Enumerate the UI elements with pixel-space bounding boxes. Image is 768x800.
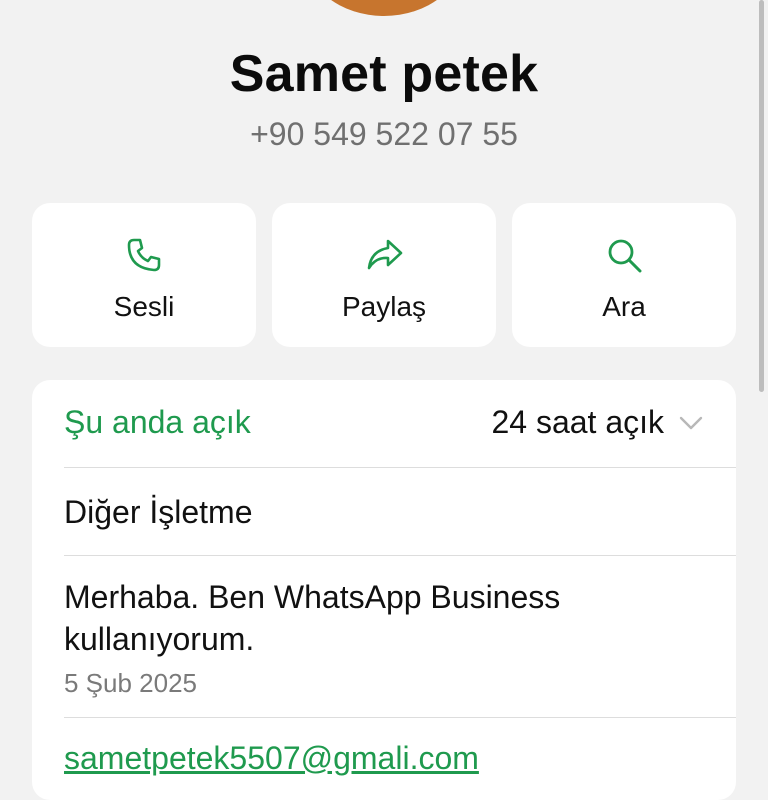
email-link[interactable]: sametpetek5507@gmali.com (64, 740, 736, 777)
search-icon (608, 239, 642, 273)
profile-name: Samet petek (229, 45, 539, 103)
business-hours[interactable]: 24 saat açık (491, 404, 664, 441)
chevron-down-icon[interactable] (678, 410, 704, 436)
business-category: Diğer İşletme (64, 494, 253, 530)
divider (64, 467, 736, 468)
divider (64, 717, 736, 718)
share-button[interactable]: Paylaş (272, 203, 496, 347)
about-text: Merhaba. Ben WhatsApp Business kullanıyo… (64, 579, 561, 657)
voice-call-button[interactable]: Sesli (32, 203, 256, 347)
profile-avatar[interactable] (304, 0, 464, 16)
phone-icon (127, 238, 161, 272)
share-icon (367, 239, 403, 270)
voice-call-label: Sesli (113, 291, 175, 322)
scrollbar[interactable] (759, 0, 764, 392)
open-status: Şu anda açık (64, 404, 251, 440)
search-button[interactable]: Ara (512, 203, 736, 347)
about-date: 5 Şub 2025 (64, 668, 198, 698)
action-buttons: Sesli Paylaş Ara (32, 203, 736, 347)
profile-phone[interactable]: +90 549 522 07 55 (0, 116, 768, 153)
divider (64, 555, 736, 556)
share-label: Paylaş (341, 291, 427, 322)
business-info-card: Şu anda açık 24 saat açık Diğer İşletme … (32, 380, 736, 800)
search-label: Ara (602, 291, 646, 322)
